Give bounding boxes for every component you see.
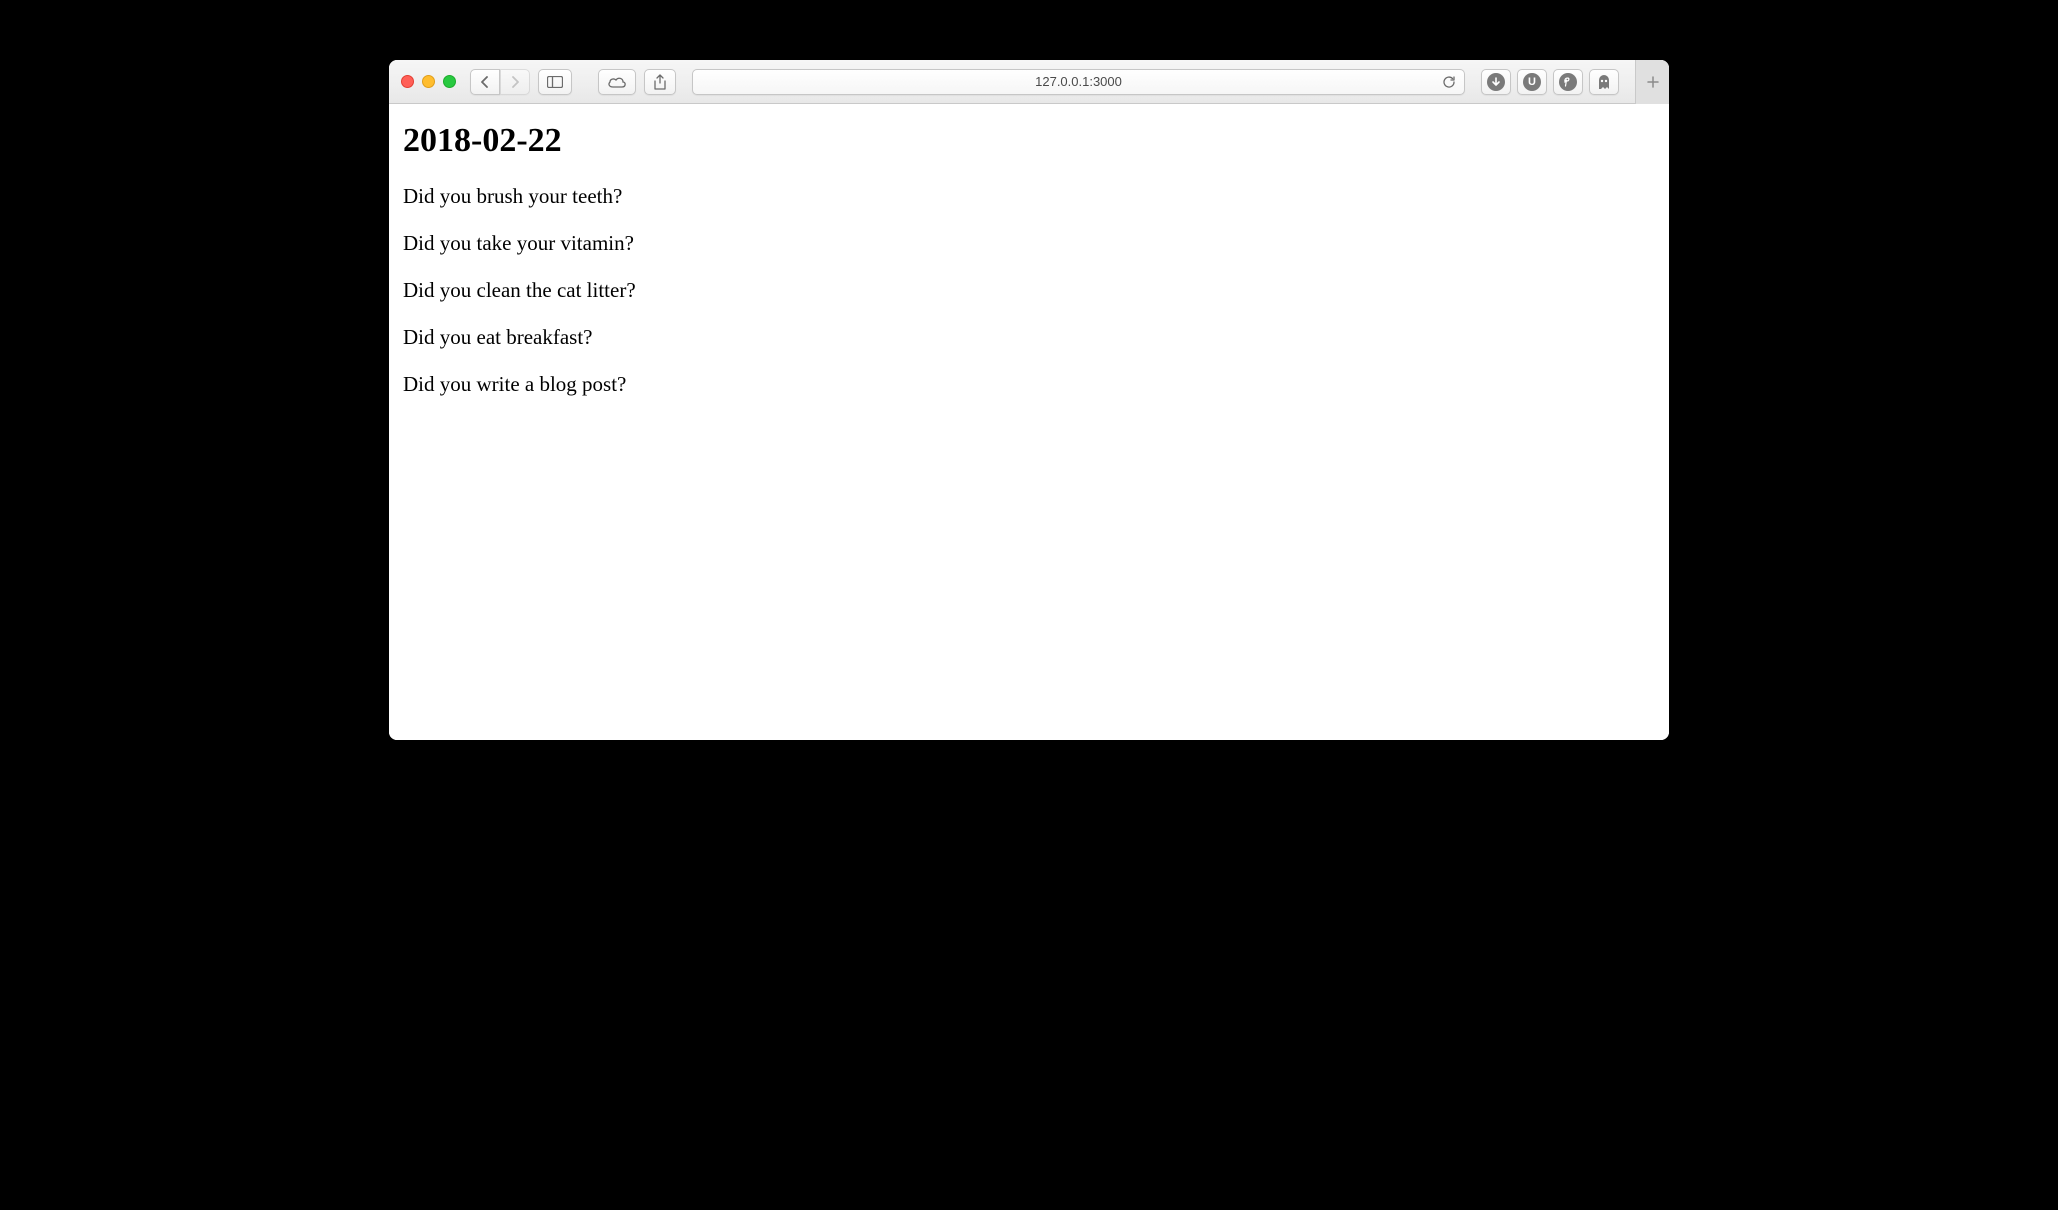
- reload-icon: [1442, 75, 1456, 89]
- ublock-extension-button[interactable]: U: [1517, 69, 1547, 95]
- url-text: 127.0.0.1:3000: [1035, 74, 1122, 89]
- list-item: Did you eat breakfast?: [403, 325, 1655, 350]
- minimize-window-button[interactable]: [422, 75, 435, 88]
- reload-button[interactable]: [1442, 75, 1456, 89]
- page-heading: 2018-02-22: [403, 122, 1655, 160]
- ghost-icon: [1597, 74, 1611, 90]
- address-bar[interactable]: 127.0.0.1:3000: [692, 69, 1465, 95]
- share-icon: [653, 74, 667, 90]
- chevron-left-icon: [480, 76, 490, 88]
- sidebar-icon: [547, 76, 563, 88]
- traffic-lights: [401, 75, 456, 88]
- new-tab-button[interactable]: [1635, 60, 1669, 104]
- extensions-group: U: [1481, 69, 1619, 95]
- cloud-tabs-button[interactable]: [598, 69, 636, 95]
- plus-icon: [1646, 75, 1660, 89]
- pinterest-icon: [1559, 73, 1577, 91]
- share-button[interactable]: [644, 69, 676, 95]
- ghostery-extension-button[interactable]: [1589, 69, 1619, 95]
- page-content: 2018-02-22 Did you brush your teeth? Did…: [389, 104, 1669, 740]
- nav-group: [470, 69, 530, 95]
- forward-button[interactable]: [500, 69, 530, 95]
- chevron-right-icon: [510, 76, 520, 88]
- list-item: Did you brush your teeth?: [403, 184, 1655, 209]
- list-item: Did you write a blog post?: [403, 372, 1655, 397]
- cloud-icon: [607, 76, 627, 88]
- sidebar-toggle-button[interactable]: [538, 69, 572, 95]
- pinterest-extension-button[interactable]: [1553, 69, 1583, 95]
- downloads-button[interactable]: [1481, 69, 1511, 95]
- titlebar: 127.0.0.1:3000 U: [389, 60, 1669, 104]
- list-item: Did you clean the cat litter?: [403, 278, 1655, 303]
- download-icon: [1487, 73, 1505, 91]
- ublock-icon: U: [1523, 73, 1541, 91]
- maximize-window-button[interactable]: [443, 75, 456, 88]
- list-item: Did you take your vitamin?: [403, 231, 1655, 256]
- safari-window: 127.0.0.1:3000 U: [389, 60, 1669, 740]
- back-button[interactable]: [470, 69, 500, 95]
- close-window-button[interactable]: [401, 75, 414, 88]
